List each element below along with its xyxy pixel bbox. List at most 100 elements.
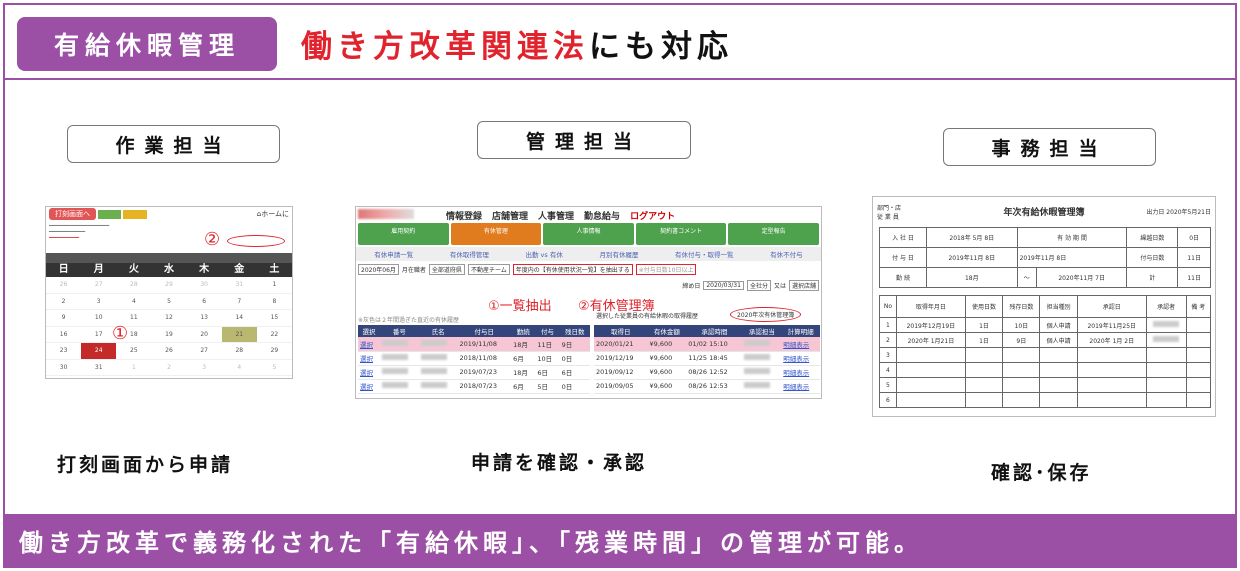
calendar-day[interactable]: 29 xyxy=(256,343,292,360)
calendar-day[interactable]: 28 xyxy=(221,343,257,360)
total-value: 11日 xyxy=(1177,267,1211,288)
calendar-day[interactable]: 2 xyxy=(151,360,187,376)
remaining-days: 6日 xyxy=(559,365,590,380)
select-link[interactable]: 選択 xyxy=(358,379,380,394)
calendar-day[interactable]: 3 xyxy=(81,294,117,310)
extract-button[interactable]: 年度内の【有休使用状況一覧】を抽出する xyxy=(512,263,633,275)
subnav-request-list[interactable]: 有休申請一覧 xyxy=(374,249,413,259)
team-select[interactable]: 不動産チーム xyxy=(467,263,510,275)
remaining-days: 9日 xyxy=(559,337,590,352)
calendar-day[interactable]: 23 xyxy=(46,343,82,360)
calendar-day[interactable]: 13 xyxy=(186,310,222,327)
calendar-day[interactable]: 3 xyxy=(186,360,222,376)
calendar-day[interactable]: 8 xyxy=(256,294,292,310)
calendar-day[interactable]: 1 xyxy=(116,360,152,376)
calendar-day[interactable]: 4 xyxy=(221,360,257,376)
ledger-cell-no: 4 xyxy=(879,362,897,378)
subnav-attendance-vs-leave[interactable]: 出勤 vs 有休 xyxy=(525,249,562,259)
select-link-label[interactable]: 選択 xyxy=(360,383,373,391)
calendar-day[interactable]: 16 xyxy=(46,327,82,343)
blurred-value xyxy=(744,339,771,346)
month-select[interactable]: 2020年06月 xyxy=(358,263,399,275)
top-menu: 情報登録 店舗管理 人事管理 勤怠給与 ログアウト xyxy=(446,209,675,222)
calendar-day[interactable]: 30 xyxy=(186,277,222,294)
blurred-value xyxy=(420,382,447,388)
sub-navigation: 有休申請一覧 有休取得管理 出勤 vs 有休 月別有休履歴 有休付与・取得一覧 … xyxy=(356,247,821,261)
calendar-day[interactable]: 24 xyxy=(81,343,117,360)
calendar-day[interactable]: 4 xyxy=(116,294,152,310)
ledger-cell-used xyxy=(964,377,1004,393)
calendar-day[interactable]: 25 xyxy=(116,343,152,360)
calendar-day[interactable]: 27 xyxy=(186,343,222,360)
select-link[interactable]: 選択 xyxy=(358,365,380,380)
calendar-day[interactable]: 2 xyxy=(46,294,82,310)
employee-number xyxy=(379,365,419,380)
blurred-value xyxy=(744,354,771,360)
subnav-grant-list[interactable]: 有休付与・取得一覧 xyxy=(675,249,734,259)
select-store-button[interactable]: 選択店舗 xyxy=(788,279,819,291)
menu-store[interactable]: 店舗管理 xyxy=(492,209,528,222)
calendar-day[interactable]: 27 xyxy=(81,277,117,294)
history-table: 取得日 有休金額 承認時間 承認担当 計算明細 2020/01/21 ¥9,600 01/0… xyxy=(594,325,820,394)
calendar-day[interactable]: 5 xyxy=(256,360,292,376)
select-link[interactable]: 選択 xyxy=(358,337,380,352)
calendar-day[interactable]: 20 xyxy=(186,327,222,343)
calendar-day[interactable]: 12 xyxy=(151,310,187,327)
select-link-label[interactable]: 選択 xyxy=(360,355,373,363)
tab-personnel[interactable]: 人事情報 xyxy=(543,223,634,245)
detail-link[interactable]: 明細表示 xyxy=(781,379,820,394)
ledger-cell-remain xyxy=(1002,362,1041,378)
calendar-day[interactable]: 14 xyxy=(221,310,257,327)
ledger-button[interactable]: 2020年次有休管理簿 xyxy=(730,307,802,322)
history-row: 2019/09/05 ¥9,600 08/26 12:53 明細表示 xyxy=(594,379,820,394)
menu-attendance[interactable]: 勤怠給与 xyxy=(584,209,620,222)
home-link[interactable]: ⌂ホームに xyxy=(257,209,289,219)
menu-info[interactable]: 情報登録 xyxy=(446,209,482,222)
calendar-day[interactable]: 30 xyxy=(46,360,82,376)
menu-hr[interactable]: 人事管理 xyxy=(538,209,574,222)
calendar-tab-2[interactable] xyxy=(123,209,147,219)
date-input[interactable]: 2020/03/31 xyxy=(703,280,744,290)
calendar-day[interactable]: 19 xyxy=(151,327,187,343)
calendar-day[interactable]: 31 xyxy=(221,277,257,294)
select-link-label[interactable]: 選択 xyxy=(360,369,373,377)
detail-link[interactable]: 明細表示 xyxy=(781,365,820,380)
calendar-day[interactable]: 28 xyxy=(116,277,152,294)
calendar-day[interactable]: 22 xyxy=(256,327,292,343)
all-company-button[interactable]: 全社分 xyxy=(746,279,771,291)
calendar-day[interactable]: 21 xyxy=(221,326,257,343)
calendar-day[interactable]: 26 xyxy=(46,277,82,294)
detail-link-label[interactable]: 明細表示 xyxy=(783,383,809,391)
detail-link[interactable]: 明細表示 xyxy=(781,351,820,366)
tab-report[interactable]: 定型報告 xyxy=(728,223,819,245)
calendar-tab-1[interactable] xyxy=(98,209,122,219)
subnav-no-grant[interactable]: 有休不付与 xyxy=(770,249,803,259)
subnav-monthly-history[interactable]: 月別有休履歴 xyxy=(599,249,638,259)
select-link[interactable]: 選択 xyxy=(358,351,380,366)
calendar-day[interactable]: 7 xyxy=(221,294,257,310)
tab-comment[interactable]: 契約書コメント xyxy=(635,223,727,245)
detail-link-label[interactable]: 明細表示 xyxy=(783,355,809,363)
calendar-day[interactable]: 1 xyxy=(256,277,292,294)
tenure: 6月 xyxy=(511,351,536,366)
calendar-day[interactable]: 5 xyxy=(151,294,187,310)
tab-contract[interactable]: 雇用契約 xyxy=(358,223,449,245)
region-select[interactable]: 全部道府県 xyxy=(428,263,465,275)
calendar-day[interactable]: 10 xyxy=(81,310,117,327)
calendar-day[interactable]: 6 xyxy=(186,294,222,310)
calendar-day[interactable]: 31 xyxy=(81,360,117,376)
detail-link[interactable]: 明細表示 xyxy=(781,337,820,352)
weekday-header: 土 xyxy=(256,263,292,277)
tab-leave[interactable]: 有休管理 xyxy=(450,223,542,245)
calendar-day[interactable]: 15 xyxy=(256,310,292,327)
calendar-day[interactable]: 26 xyxy=(151,343,187,360)
calendar-day[interactable]: 9 xyxy=(46,310,82,327)
detail-link-label[interactable]: 明細表示 xyxy=(783,341,809,349)
calendar-day[interactable]: 17 xyxy=(81,327,117,343)
subnav-leave-mgmt[interactable]: 有休取得管理 xyxy=(450,249,489,259)
punch-screen-button[interactable]: 打刻画面へ xyxy=(49,208,96,220)
select-link-label[interactable]: 選択 xyxy=(360,341,373,349)
menu-logout[interactable]: ログアウト xyxy=(630,209,675,222)
detail-link-label[interactable]: 明細表示 xyxy=(783,369,809,377)
calendar-day[interactable]: 29 xyxy=(151,277,187,294)
